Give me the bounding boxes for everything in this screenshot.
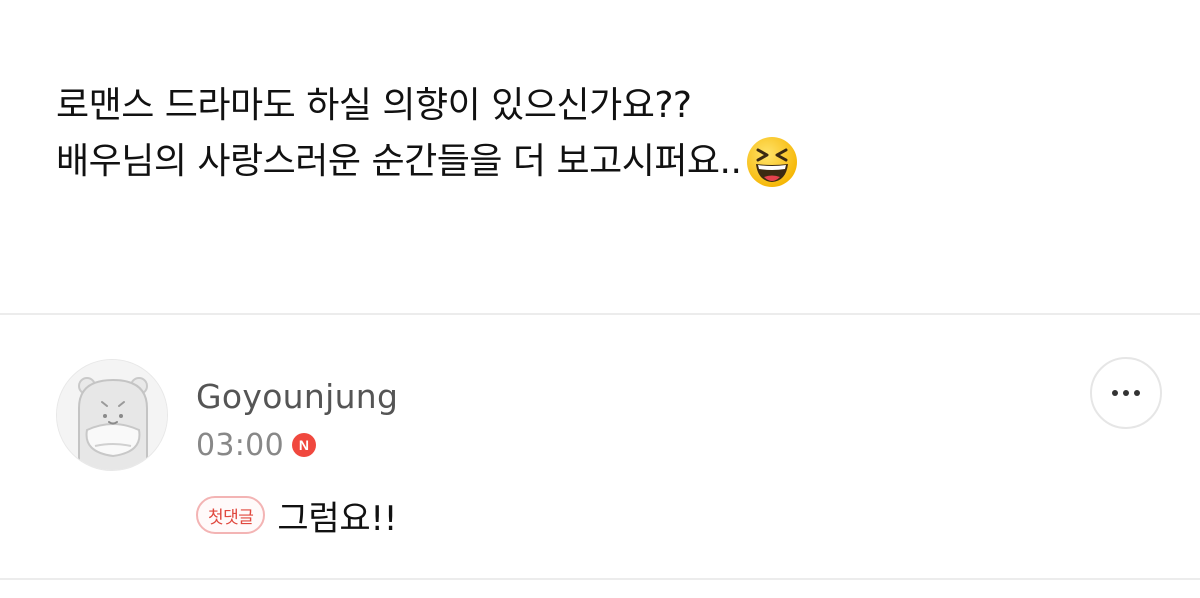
more-dots-icon	[1112, 390, 1118, 396]
more-options-button[interactable]	[1090, 357, 1162, 429]
comment-content: 첫댓글 그럼요!!	[196, 493, 398, 539]
grinning-squinting-face-icon	[745, 135, 799, 189]
post-body: 로맨스 드라마도 하실 의향이 있으신가요?? 배우님의 사랑스러운 순간들을 …	[56, 78, 1156, 190]
comment-text: 그럼요!!	[277, 498, 398, 539]
comment-time: 03:00	[196, 427, 284, 463]
comment-item: Goyounjung 03:00 N 첫댓글 그럼요!!	[0, 315, 1200, 578]
comment-author[interactable]: Goyounjung	[196, 377, 398, 416]
more-dots-icon	[1123, 390, 1129, 396]
hamster-avatar-icon[interactable]	[56, 359, 168, 471]
new-badge: N	[291, 433, 316, 457]
more-dots-icon	[1134, 390, 1140, 396]
first-comment-badge: 첫댓글	[196, 496, 266, 534]
comment-meta: 03:00 N	[196, 425, 316, 465]
post-text-line-2: 배우님의 사랑스러운 순간들을 더 보고시퍼요..	[56, 134, 1156, 190]
post-text-line-1-text: 로맨스 드라마도 하실 의향이 있으신가요??	[56, 85, 692, 126]
comment-divider	[0, 578, 1200, 580]
post-text-line-2-text: 배우님의 사랑스러운 순간들을 더 보고시퍼요..	[56, 141, 742, 182]
post-text-line-1: 로맨스 드라마도 하실 의향이 있으신가요??	[56, 78, 1156, 134]
comment-thread-view: 로맨스 드라마도 하실 의향이 있으신가요?? 배우님의 사랑스러운 순간들을 …	[0, 0, 1200, 598]
